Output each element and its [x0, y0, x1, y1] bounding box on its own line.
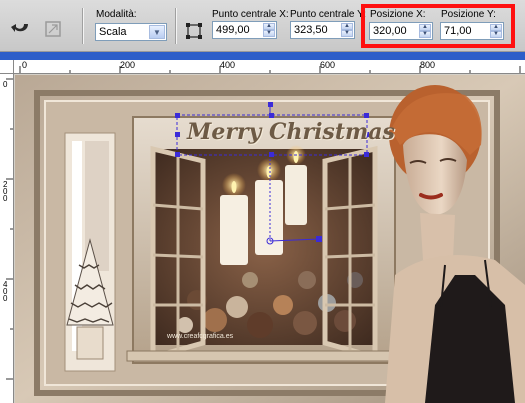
- ruler-label: 400: [220, 60, 236, 70]
- undo-arrow-icon[interactable]: [8, 16, 34, 42]
- spin-arrows-icon[interactable]: ▲ ▼: [341, 23, 353, 37]
- ruler-label: 800: [420, 60, 436, 70]
- horizontal-ruler: 0 200 400 600 800: [14, 60, 525, 74]
- canvas-title-text: Merry Christmas: [187, 119, 395, 145]
- image-canvas[interactable]: Merry Christmas www.creafcgrafica.es: [15, 75, 525, 403]
- spin-arrows-icon[interactable]: ▲ ▼: [263, 23, 275, 37]
- ruler-label: 0: [3, 80, 8, 89]
- vertical-ruler: 0 200 400: [0, 74, 14, 403]
- punto-x-label: Punto centrale X:: [212, 9, 289, 20]
- ruler-label: 0: [22, 60, 28, 70]
- canvas-watermark: www.creafcgrafica.es: [167, 333, 234, 340]
- ruler-corner: [0, 60, 14, 74]
- punto-x-input[interactable]: 499,00 ▲ ▼: [212, 21, 277, 39]
- chevron-down-icon[interactable]: ▼: [149, 25, 165, 39]
- ruler-label: 600: [320, 60, 336, 70]
- punto-x-value: 499,00: [216, 24, 250, 36]
- reset-transform-icon[interactable]: [40, 16, 66, 42]
- ruler-label: 400: [3, 280, 8, 303]
- punto-y-input[interactable]: 323,50 ▲ ▼: [290, 21, 355, 39]
- modalita-label: Modalità:: [96, 9, 137, 20]
- window-title-bar: [0, 52, 525, 60]
- highlight-box: [361, 4, 515, 48]
- tool-options-toolbar: Modalità: Scala ▼ Punto centrale X: 499,…: [0, 0, 525, 52]
- ruler-label: 200: [3, 180, 8, 203]
- ruler-label: 200: [120, 60, 136, 70]
- punto-y-value: 323,50: [294, 24, 328, 36]
- punto-y-label: Punto centrale Y:: [290, 9, 366, 20]
- modalita-dropdown[interactable]: Scala ▼: [95, 23, 167, 41]
- modalita-value: Scala: [99, 26, 127, 38]
- center-point-icon[interactable]: [181, 18, 207, 44]
